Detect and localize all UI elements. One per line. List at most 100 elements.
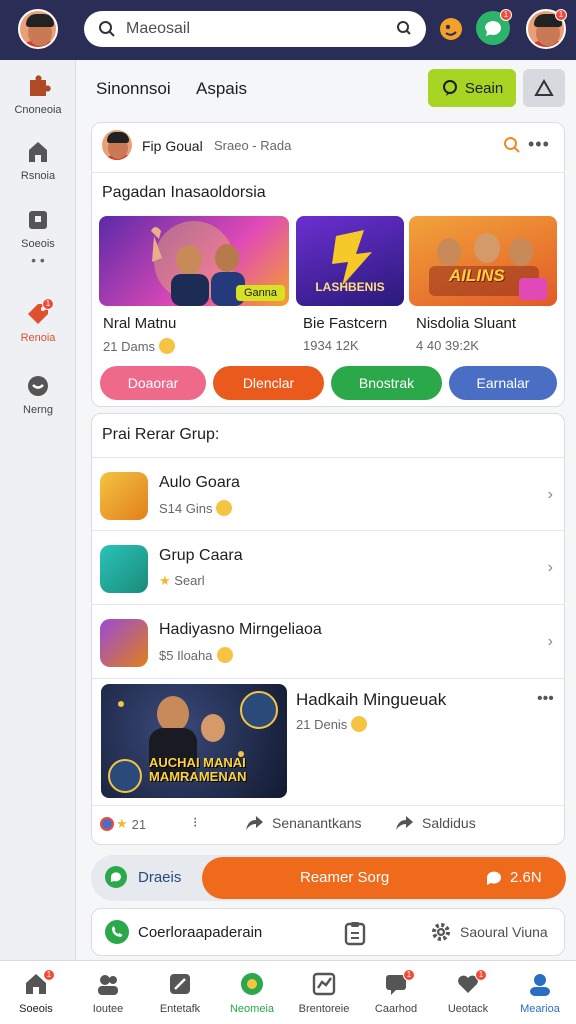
nav-item-3[interactable]: Entetafk <box>144 969 216 1015</box>
tile-1-overlay: Ganna <box>235 285 285 301</box>
sidebar-item-2[interactable]: Rsnoia <box>0 138 76 182</box>
dots-icon[interactable]: ⁝ <box>193 814 197 831</box>
pill-button-3[interactable]: Bnostrak <box>331 366 442 400</box>
draeis-button[interactable]: Draeis <box>104 865 181 889</box>
emoji-icon <box>216 647 233 663</box>
share-label: Saldidus <box>422 815 476 831</box>
footer-item-1[interactable]: Coerloraapaderain <box>104 919 262 945</box>
arrow-icon <box>246 816 263 830</box>
nav-item-5[interactable]: Brentoreie <box>288 969 360 1015</box>
group-art-image <box>429 233 547 300</box>
primary-action-button[interactable]: Reamer Sorg 2.6N <box>202 857 566 899</box>
group-1-icon <box>100 472 148 520</box>
nav-badge: 1 <box>43 969 55 981</box>
post-author[interactable]: Fip Goual <box>142 138 203 154</box>
search-bar[interactable]: Maeosail <box>84 11 426 47</box>
clipboard-icon[interactable] <box>343 920 367 946</box>
tile-1-sub-text: 21 Dams <box>103 339 156 354</box>
more-dots-icon: • • <box>31 252 45 268</box>
group-row-3[interactable]: Hadiyasno Mirngeliaoa $5 Iloaha › <box>91 604 565 678</box>
gear-icon <box>432 923 450 941</box>
tab-secondary[interactable]: Aspais <box>196 79 247 99</box>
tile-3-sub: 4 40 39:2K <box>416 338 479 353</box>
sidebar-badge: 1 <box>42 298 54 310</box>
chat-bubble-icon <box>105 866 127 888</box>
tile-3-overlay: AILINS <box>449 266 505 285</box>
nav-item-4[interactable]: Neomeia <box>216 969 288 1015</box>
feature-more-icon[interactable]: ••• <box>537 690 554 708</box>
nav-item-1[interactable]: 1 Soeois <box>0 969 72 1015</box>
media-tile-3[interactable]: AILINS <box>409 216 557 306</box>
group-row-2[interactable]: Grup Caara ★ Searl › <box>91 530 565 604</box>
footer-item-2[interactable]: Saoural Viuna <box>430 921 548 943</box>
nav-item-6[interactable]: 1 Caarhod <box>360 969 432 1015</box>
search-icon <box>99 21 115 37</box>
comment-label: Senanantkans <box>272 815 362 831</box>
search-input[interactable]: Maeosail <box>126 20 190 38</box>
message-icon: 1 <box>383 969 415 997</box>
post-more-icon[interactable]: ••• <box>528 134 550 155</box>
share-icon <box>396 816 413 830</box>
group-3-icon <box>100 619 148 667</box>
heart-icon: 1 <box>455 969 487 997</box>
filter-button[interactable] <box>523 69 565 107</box>
profile-avatar[interactable] <box>18 9 58 49</box>
game-icon[interactable] <box>438 16 464 42</box>
nav-item-8[interactable]: Mearioa <box>504 969 576 1015</box>
sidebar-label-2: Rsnoia <box>20 170 56 182</box>
friends-icon <box>95 971 121 997</box>
group-row-1[interactable]: Aulo Goara S14 Gins › <box>91 457 565 531</box>
sidebar-item-1[interactable]: Cnoneoia <box>0 72 76 116</box>
sidebar-item-5[interactable]: Nerng <box>0 372 76 416</box>
feature-image[interactable]: AUCHAI MANAI MAMRAMENAN <box>101 684 287 798</box>
feature-title[interactable]: Hadkaih Mingueuak <box>296 690 446 710</box>
post-section-title: Pagadan Inasaoldorsia <box>102 184 266 201</box>
seain-label: Seain <box>464 79 504 97</box>
search-lens-icon[interactable] <box>396 20 412 36</box>
media-tile-2[interactable]: LASHBENIS <box>296 216 404 306</box>
sidebar-item-3[interactable]: Soeois • • <box>0 206 76 268</box>
pill-button-2[interactable]: Dlenclar <box>213 366 324 400</box>
pill-button-1[interactable]: Doaorar <box>100 366 206 400</box>
store-icon <box>24 206 52 234</box>
chevron-right-icon: › <box>547 559 553 576</box>
pill-button-4[interactable]: Earnalar <box>449 366 557 400</box>
sidebar-label-4: Renoia <box>20 332 56 344</box>
reaction-summary[interactable]: ★ 21 <box>100 816 146 832</box>
tile-1-title: Nral Matnu <box>103 315 177 332</box>
group-1-sub-text: S14 Gins <box>159 501 213 516</box>
media-tile-1[interactable]: Ganna <box>99 216 289 306</box>
group-2-sub-text: Searl <box>174 573 205 588</box>
puzzle-icon <box>24 72 52 100</box>
phone-icon <box>105 920 129 944</box>
emoji-icon <box>351 716 368 732</box>
nav-label-5: Brentoreie <box>298 1003 350 1015</box>
reactions-divider <box>91 805 565 806</box>
tab-primary[interactable]: Sinonnsoi <box>96 79 171 99</box>
account-badge: 1 <box>555 9 567 21</box>
draeis-label: Draeis <box>138 868 182 886</box>
home-icon: 1 <box>23 969 55 997</box>
nav-item-2[interactable]: Ioutee <box>72 969 144 1015</box>
nav-label-2: Ioutee <box>92 1003 124 1015</box>
post-author-avatar[interactable] <box>100 128 134 162</box>
messenger-icon[interactable]: 1 <box>476 9 512 45</box>
share-button[interactable]: Saldidus <box>394 814 476 832</box>
seain-button[interactable]: Seain <box>428 69 516 107</box>
chat-icon <box>486 871 501 885</box>
box-icon <box>167 971 193 997</box>
sidebar-label-5: Nerng <box>23 404 53 416</box>
chevron-right-icon: › <box>547 486 553 503</box>
reaction-count: 21 <box>131 816 147 832</box>
sidebar-item-4[interactable]: 1 Renoia <box>0 298 76 344</box>
tile-3-title: Nisdolia Sluant <box>416 315 517 332</box>
comment-button[interactable]: Senanantkans <box>244 814 362 832</box>
nav-label-7: Ueotack <box>447 1003 489 1015</box>
messenger-badge: 1 <box>500 9 512 21</box>
tag-icon: 1 <box>24 298 54 328</box>
post-search-icon[interactable] <box>503 136 521 154</box>
nav-item-7[interactable]: 1 Ueotack <box>432 969 504 1015</box>
nav-badge: 1 <box>475 969 487 981</box>
circle-icon <box>239 971 265 997</box>
nav-label-3: Entetafk <box>159 1003 201 1015</box>
